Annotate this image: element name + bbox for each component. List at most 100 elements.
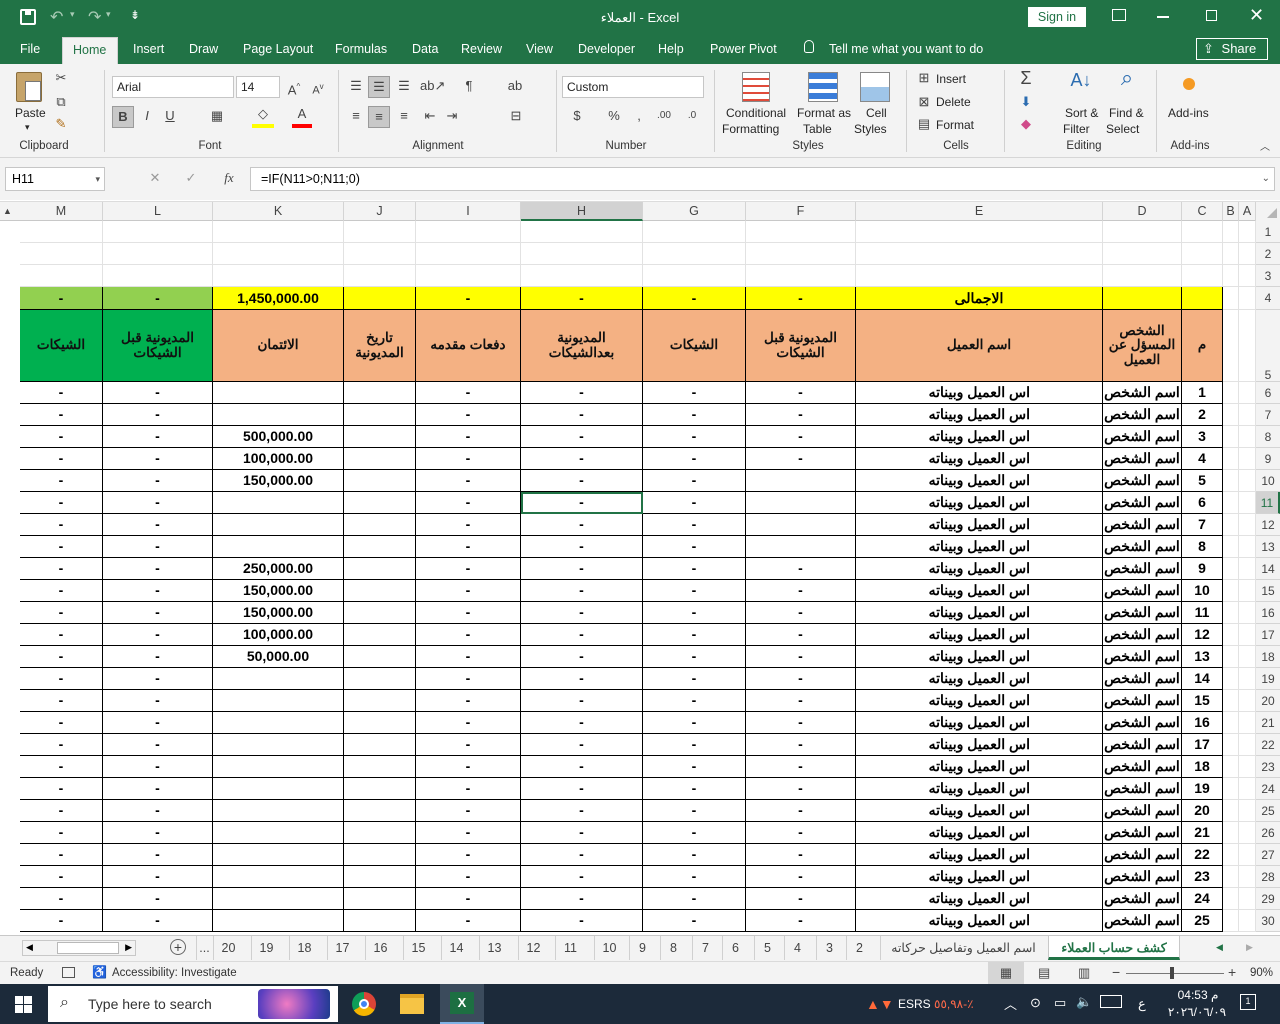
scroll-up-left-icon[interactable]: ▲ [3,206,12,216]
debt-date-cell[interactable] [344,800,416,822]
empty-cell[interactable] [521,265,643,287]
sheet-tab[interactable]: 17 [327,936,357,960]
serial-cell[interactable]: 13 [1182,646,1223,668]
total-label[interactable]: الاجمالى [856,287,1103,310]
debt-after-cell[interactable]: - [521,888,643,910]
customer-name-cell[interactable]: اس العميل وبيناته [856,426,1103,448]
empty-cell[interactable] [1239,866,1256,888]
empty-cell[interactable] [1239,800,1256,822]
checks-cell[interactable]: - [20,514,103,536]
number-format-select[interactable]: Custom [562,76,704,98]
page-break-view-icon[interactable]: ▥ [1078,965,1090,981]
advance-cell[interactable]: - [416,536,521,558]
debt-before-f-cell[interactable]: - [746,624,856,646]
debt-before-f-cell[interactable] [746,536,856,558]
checks-g-cell[interactable]: - [643,756,746,778]
checks-g-cell[interactable]: - [643,514,746,536]
scroll-left-icon[interactable]: ◀ [26,942,33,953]
advance-cell[interactable]: - [416,580,521,602]
row-header[interactable]: 1 [1256,221,1280,243]
row-header[interactable]: 3 [1256,265,1280,287]
checks-g-cell[interactable]: - [643,470,746,492]
volume-icon[interactable]: 🔈 [1076,994,1092,1010]
responsible-person-cell[interactable]: اسم الشخص [1103,470,1182,492]
responsible-person-cell[interactable]: اسم الشخص [1103,910,1182,932]
serial-cell[interactable]: 19 [1182,778,1223,800]
signin-button[interactable]: Sign in [1028,7,1086,27]
serial-cell[interactable]: 16 [1182,712,1223,734]
align-right-icon[interactable]: ≡ [394,106,414,126]
addins-icon[interactable] [1183,78,1195,90]
row-header[interactable]: 25 [1256,800,1280,822]
debt-after-cell[interactable]: - [521,404,643,426]
insert-function-button[interactable]: fx [218,168,240,188]
customer-name-cell[interactable]: اس العميل وبيناته [856,602,1103,624]
debt-before-f-cell[interactable]: - [746,426,856,448]
sheet-tab[interactable]: ... [196,936,212,960]
empty-cell[interactable] [1223,734,1239,756]
empty-cell[interactable] [1223,822,1239,844]
checks-g-cell[interactable]: - [643,448,746,470]
advance-cell[interactable]: - [416,404,521,426]
row-header[interactable]: 8 [1256,426,1280,448]
checks-cell[interactable]: - [20,778,103,800]
empty-cell[interactable] [1239,756,1256,778]
bold-button[interactable]: B [112,106,134,128]
sheet-tab[interactable]: 15 [403,936,433,960]
serial-cell[interactable]: 24 [1182,888,1223,910]
cut-icon[interactable]: ✂ [52,68,70,88]
header-d[interactable]: الشخص المسؤل عن العميل [1103,310,1182,382]
advance-cell[interactable]: - [416,690,521,712]
empty-cell[interactable] [1239,712,1256,734]
empty-cell[interactable] [20,221,103,243]
empty-cell[interactable] [1239,888,1256,910]
debt-after-cell[interactable]: - [521,426,643,448]
orientation-icon[interactable]: ab↗ [420,76,445,96]
delete-cells-button[interactable]: Delete [936,95,971,109]
find-select-button[interactable]: Find & [1109,106,1144,120]
total-debt-date[interactable] [344,287,416,310]
credit-cell[interactable] [213,800,344,822]
debt-after-cell[interactable]: - [521,382,643,404]
serial-cell[interactable]: 14 [1182,668,1223,690]
align-top-icon[interactable]: ☰ [346,76,366,96]
column-header-i[interactable]: I [416,202,521,221]
decrease-indent-icon[interactable]: ⇤ [420,106,440,126]
column-header-h[interactable]: H [521,202,643,221]
empty-cell[interactable] [213,265,344,287]
credit-cell[interactable] [213,514,344,536]
serial-cell[interactable]: 8 [1182,536,1223,558]
debt-before-f-cell[interactable]: - [746,888,856,910]
credit-cell[interactable] [213,734,344,756]
clock-date[interactable]: ٢٠٢٦/٠٦/٠٩ [1162,1005,1232,1019]
customer-name-cell[interactable]: اس العميل وبيناته [856,866,1103,888]
row-header[interactable]: 22 [1256,734,1280,756]
credit-cell[interactable] [213,778,344,800]
responsible-person-cell[interactable]: اسم الشخص [1103,778,1182,800]
empty-cell[interactable] [746,265,856,287]
zoom-out-icon[interactable]: − [1112,964,1120,980]
empty-cell[interactable] [1103,243,1182,265]
header-m[interactable]: الشيكات [20,310,103,382]
checks-cell[interactable]: - [20,734,103,756]
debt-after-cell[interactable]: - [521,536,643,558]
stock-ticker[interactable]: ESRS [898,997,931,1011]
empty-cell[interactable] [1239,448,1256,470]
fill-color-icon[interactable]: ◇ [252,104,274,128]
sort-filter-icon[interactable]: A↓ [1066,70,1096,90]
select-all-corner[interactable] [1256,202,1280,221]
decrease-decimal-icon[interactable]: .0 [680,106,704,126]
empty-cell[interactable] [856,221,1103,243]
advance-cell[interactable]: - [416,866,521,888]
row-header[interactable]: 11 [1256,492,1280,514]
debt-before-f-cell[interactable]: - [746,866,856,888]
customer-name-cell[interactable]: اس العميل وبيناته [856,624,1103,646]
empty-cell[interactable] [1239,265,1256,287]
sheet-tab[interactable]: 13 [479,936,509,960]
advance-cell[interactable]: - [416,492,521,514]
debt-date-cell[interactable] [344,646,416,668]
paste-icon[interactable] [16,72,42,102]
serial-cell[interactable]: 15 [1182,690,1223,712]
checks-cell[interactable]: - [20,580,103,602]
horizontal-scrollbar[interactable]: ◀ ▶ [22,940,136,956]
